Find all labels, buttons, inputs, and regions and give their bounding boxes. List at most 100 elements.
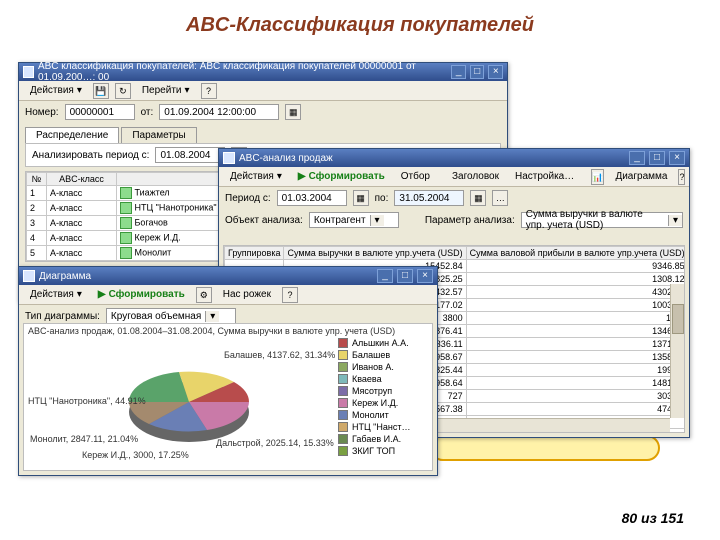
tool-save-icon[interactable]: 💾 bbox=[93, 83, 109, 99]
col-class[interactable]: ABC-класс bbox=[47, 173, 117, 186]
chevron-down-icon[interactable]: ▾ bbox=[370, 215, 384, 226]
label-number: Номер: bbox=[25, 107, 59, 118]
help-icon[interactable]: ? bbox=[282, 287, 298, 303]
app-icon bbox=[223, 152, 235, 164]
select-param[interactable]: Сумма выручки в валюте упр. учета (USD)▾ bbox=[521, 212, 683, 228]
minimize-button[interactable]: _ bbox=[451, 65, 466, 79]
legend-item: ЗКИГ ТОП bbox=[338, 446, 426, 456]
legend-item: Монолит bbox=[338, 410, 426, 420]
doc-icon bbox=[120, 247, 132, 259]
actions-menu[interactable]: Действия ▾ bbox=[25, 288, 87, 301]
input-analyze-from[interactable]: 01.08.2004 bbox=[155, 147, 225, 163]
doc-icon bbox=[120, 217, 132, 229]
label-period-to: по: bbox=[375, 193, 389, 204]
input-period-from[interactable]: 01.03.2004 bbox=[277, 190, 347, 206]
col-revenue[interactable]: Сумма выручки в валюте упр.учета (USD) bbox=[284, 247, 466, 260]
tool-icon[interactable]: ⚙ bbox=[196, 287, 212, 303]
legend-item: Кваева bbox=[338, 374, 426, 384]
legend-item: Балашев bbox=[338, 350, 426, 360]
pie-label-monolit: Монолит, 2847.11, 21.04% bbox=[30, 434, 138, 444]
chart-legend: Альшкин А.А. Балашев Иванов А. Кваева Мя… bbox=[338, 338, 426, 458]
minimize-button[interactable]: _ bbox=[629, 151, 645, 165]
chart-subtitle: ABC-анализ продаж, 01.08.2004–31.08.2004… bbox=[24, 324, 432, 338]
close-button[interactable]: × bbox=[669, 151, 685, 165]
row-number: Номер: 00000001 от: 01.09.2004 12:00:00 … bbox=[19, 101, 507, 123]
titlebar-chart[interactable]: Диаграмма _ □ × bbox=[19, 267, 437, 285]
reset-button[interactable]: Нас рожек bbox=[218, 288, 276, 301]
label-period: Период с: bbox=[225, 193, 271, 204]
window-chart: Диаграмма _ □ × Действия ▾ ▶ Сформироват… bbox=[18, 266, 438, 476]
filter-button[interactable]: Отбор bbox=[396, 170, 435, 183]
input-number[interactable]: 00000001 bbox=[65, 104, 135, 120]
calendar-icon[interactable]: ▦ bbox=[285, 104, 301, 120]
calendar2-icon[interactable]: ▦ bbox=[470, 190, 486, 206]
label-chart-type: Тип диаграммы: bbox=[25, 311, 100, 322]
title-text: Диаграмма bbox=[39, 271, 91, 282]
input-date[interactable]: 01.09.2004 12:00:00 bbox=[159, 104, 279, 120]
legend-item: Кереж И.Д. bbox=[338, 398, 426, 408]
vertical-scrollbar[interactable] bbox=[670, 284, 684, 418]
pie-label-kerezh: Кереж И.Д., 3000, 17.25% bbox=[82, 450, 189, 460]
tab-parameters[interactable]: Параметры bbox=[121, 127, 196, 143]
tool-refresh-icon[interactable]: ↻ bbox=[115, 83, 131, 99]
doc-icon bbox=[120, 232, 132, 244]
col-n[interactable]: № bbox=[27, 173, 47, 186]
tabs-abc: Распределение Параметры bbox=[25, 127, 501, 143]
legend-item: НТЦ "Нанст… bbox=[338, 422, 426, 432]
go-menu[interactable]: Перейти ▾ bbox=[137, 84, 195, 97]
input-period-to[interactable]: 31.05.2004 bbox=[394, 190, 464, 206]
help-icon[interactable]: ? bbox=[678, 169, 685, 185]
maximize-button[interactable]: □ bbox=[397, 269, 413, 283]
run-button[interactable]: ▶ Сформировать bbox=[93, 288, 190, 301]
chevron-down-icon[interactable]: ▾ bbox=[205, 311, 219, 322]
ellipsis-button[interactable]: … bbox=[492, 190, 508, 206]
tool-help-icon[interactable]: ? bbox=[201, 83, 217, 99]
doc-icon bbox=[120, 187, 132, 199]
setup-button[interactable]: Настройка… bbox=[510, 170, 579, 183]
tab-distribution[interactable]: Распределение bbox=[25, 127, 119, 143]
legend-item: Габаев И.А. bbox=[338, 434, 426, 444]
chart-canvas: ABC-анализ продаж, 01.08.2004–31.08.2004… bbox=[23, 323, 433, 471]
actions-menu[interactable]: Действия ▾ bbox=[25, 84, 87, 97]
calendar-icon[interactable]: ▦ bbox=[353, 190, 369, 206]
select-object[interactable]: Контрагент▾ bbox=[309, 212, 399, 228]
legend-item: Мясотруп bbox=[338, 386, 426, 396]
legend-item: Альшкин А.А. bbox=[338, 338, 426, 348]
titlebar-abc[interactable]: ABC классификация покупателей: ABC класс… bbox=[19, 63, 507, 81]
app-icon bbox=[23, 66, 34, 78]
col-profit[interactable]: Сумма валовой прибыли в валюте упр.учета… bbox=[466, 247, 685, 260]
legend-item: Иванов А. bbox=[338, 362, 426, 372]
pie-label-balashev: Балашев, 4137.62, 31.34% bbox=[224, 350, 335, 360]
row-object: Объект анализа: Контрагент▾ Параметр ана… bbox=[219, 209, 689, 231]
header-button[interactable]: Заголовок bbox=[447, 170, 504, 183]
callout-bubble bbox=[430, 435, 660, 461]
toolbar-chart: Действия ▾ ▶ Сформировать ⚙ Нас рожек ? bbox=[19, 285, 437, 305]
maximize-button[interactable]: □ bbox=[649, 151, 665, 165]
label-analyze: Анализировать период с: bbox=[32, 150, 149, 161]
run-button[interactable]: ▶ Сформировать bbox=[293, 170, 390, 183]
select-chart-type[interactable]: Круговая объемная▾ bbox=[106, 308, 236, 324]
label-object: Объект анализа: bbox=[225, 215, 303, 226]
page-number: 80 из 151 bbox=[622, 510, 684, 526]
doc-icon bbox=[120, 202, 132, 214]
label-date: от: bbox=[141, 107, 154, 118]
app-icon bbox=[23, 270, 35, 282]
pie-label-ntc: НТЦ "Нанотроника", 44.91% bbox=[28, 396, 146, 406]
maximize-button[interactable]: □ bbox=[470, 65, 485, 79]
actions-menu[interactable]: Действия ▾ bbox=[225, 170, 287, 183]
close-button[interactable]: × bbox=[417, 269, 433, 283]
col-group[interactable]: Группировка bbox=[225, 247, 284, 260]
chevron-down-icon[interactable]: ▾ bbox=[668, 215, 682, 226]
minimize-button[interactable]: _ bbox=[377, 269, 393, 283]
chart-button[interactable]: Диаграмма bbox=[610, 170, 672, 183]
titlebar-sales[interactable]: ABC-анализ продаж _ □ × bbox=[219, 149, 689, 167]
title-text: ABC классификация покупателей: ABC класс… bbox=[38, 61, 443, 83]
title-text: ABC-анализ продаж bbox=[239, 153, 333, 164]
row-period: Период с: 01.03.2004 ▦ по: 31.05.2004 ▦ … bbox=[219, 187, 689, 209]
toolbar-abc: Действия ▾ 💾 ↻ Перейти ▾ ? bbox=[19, 81, 507, 101]
pie-label-dalstroy: Дальстрой, 2025.14, 15.33% bbox=[216, 438, 334, 448]
close-button[interactable]: × bbox=[488, 65, 503, 79]
slide-title: ABC-Классификация покупателей bbox=[0, 0, 720, 45]
label-param: Параметр анализа: bbox=[425, 215, 515, 226]
chart-icon[interactable]: 📊 bbox=[591, 169, 604, 185]
